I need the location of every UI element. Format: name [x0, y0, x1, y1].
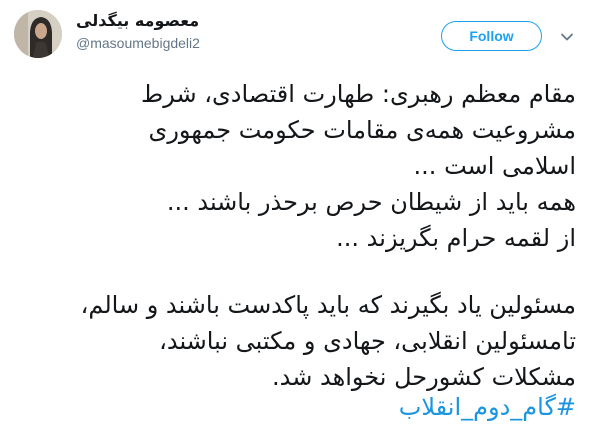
tweet-text-line: اسلامی است ...: [413, 152, 576, 180]
tweet-text-line: مشروعیت همه‌ی مقامات حکومت جمهوری: [148, 116, 576, 144]
tweet-text-line: از لقمه حرام بگریزند ...: [336, 224, 576, 252]
user-handle[interactable]: @masoumebigdeli2: [76, 34, 200, 52]
follow-button[interactable]: Follow: [441, 21, 542, 51]
tweet-text-line: تامسئولین انقلابی، جهادی و مکتبی نباشند،: [159, 327, 576, 355]
chevron-down-icon[interactable]: [560, 29, 574, 43]
tweet-header: معصومه بیگدلی @masoumebigdeli2 Follow: [0, 0, 590, 60]
tweet-text-line: همه باید از شیطان حرص برحذر باشند ...: [166, 188, 576, 216]
display-name[interactable]: معصومه بیگدلی: [76, 10, 199, 32]
tweet-text-line: مقام معظم رهبری: طهارت اقتصادی، شرط: [141, 80, 576, 108]
tweet-text: مقام معظم رهبری: طهارت اقتصادی، شرط مشرو…: [14, 76, 576, 395]
tweet-card: معصومه بیگدلی @masoumebigdeli2 Follow مق…: [0, 0, 590, 434]
tweet-text-line: مسئولین یاد بگیرند که باید پاکدست باشند …: [80, 291, 576, 319]
avatar[interactable]: [14, 10, 62, 58]
hashtag-link[interactable]: #گام_دوم_انقلاب: [14, 389, 576, 425]
